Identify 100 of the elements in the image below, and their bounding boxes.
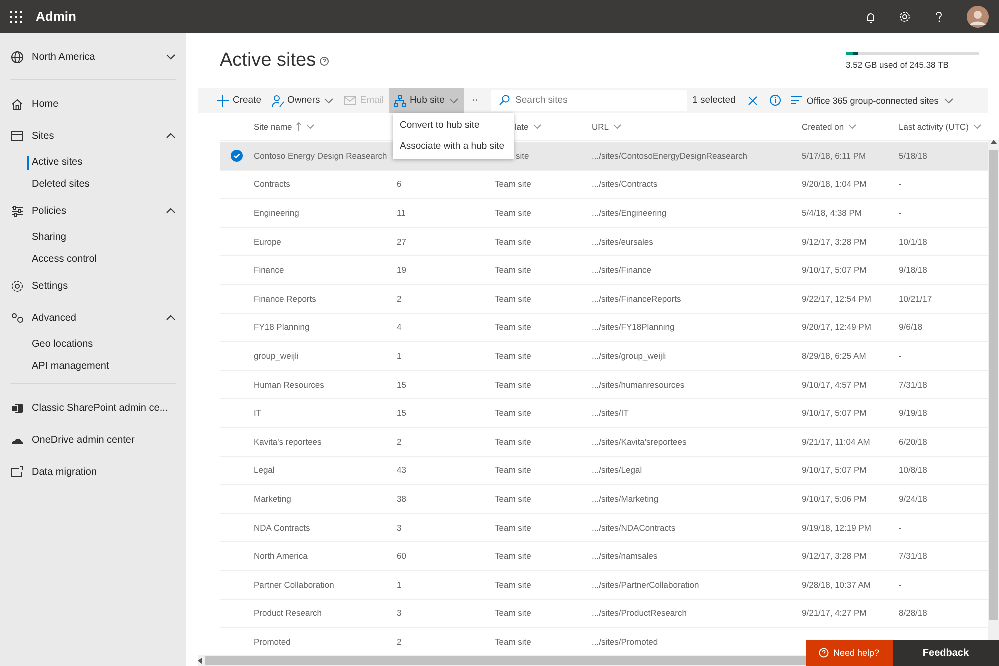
chevron-up-icon[interactable] (166, 207, 176, 215)
table-cell: 9/28/18, 10:37 AM (802, 580, 871, 590)
table-cell: Legal (254, 465, 275, 476)
table-cell: .../sites/Engineering (592, 208, 667, 218)
info-icon[interactable] (770, 95, 781, 106)
table-cell: 15 (397, 408, 406, 418)
table-cell: 11 (397, 208, 406, 218)
table-cell: - (899, 522, 902, 533)
table-cell: 6/20/18 (899, 436, 928, 447)
nav-subitem[interactable]: Deleted sites (0, 174, 186, 195)
view-selector[interactable]: Office 365 group-connected sites (790, 96, 954, 106)
table-cell: 15 (397, 380, 406, 390)
table-cell: Kavita's reportees (254, 436, 322, 447)
table-cell: 5/4/18, 4:38 PM (802, 208, 862, 218)
table-cell: 9/6/18 (899, 322, 923, 332)
nav-item[interactable]: Home (0, 88, 186, 120)
chevron-down-icon (972, 123, 982, 130)
home-icon (11, 98, 24, 110)
table-cell: site (516, 150, 530, 161)
table-cell: - (899, 350, 902, 361)
nav-item[interactable]: Settings (0, 270, 186, 302)
nav-subitem[interactable]: Access control (0, 248, 186, 270)
table-cell: 2 (397, 436, 402, 447)
chevron-up-icon[interactable] (166, 314, 176, 322)
table-cell: 10/8/18 (899, 465, 928, 476)
table-cell: 9/24/18 (899, 494, 928, 504)
nav-item[interactable]: North America (0, 41, 186, 73)
nav-item[interactable]: Sites (0, 120, 186, 152)
table-cell: Team site (495, 380, 532, 390)
command-button[interactable]: Owners (266, 88, 340, 113)
table-cell: 2 (397, 636, 402, 647)
feedback-button[interactable]: Feedback (893, 640, 999, 666)
column-header[interactable]: late (515, 122, 592, 132)
table-cell: Team site (495, 580, 532, 590)
table-cell: .../sites/eursales (592, 236, 654, 247)
table-cell: 43 (397, 465, 406, 476)
table-cell: Team site (495, 465, 532, 476)
avatar[interactable] (967, 6, 989, 28)
table-cell: 9/20/18, 1:04 PM (802, 179, 867, 190)
table-cell: Team site (495, 436, 532, 447)
table-cell: group_weijli (254, 350, 299, 361)
column-header[interactable]: URL (592, 122, 802, 132)
help-icon[interactable] (933, 10, 945, 22)
table-cell: .../sites/namsales (592, 551, 658, 562)
more-button[interactable]: ·· (464, 95, 487, 106)
close-icon[interactable] (748, 96, 758, 106)
table-cell: 4 (397, 322, 402, 332)
search-icon (498, 95, 510, 106)
table-cell: 1 (397, 350, 402, 361)
selection-count: 1 selected (692, 95, 736, 106)
help-icon[interactable] (320, 56, 330, 66)
nav-subitem[interactable]: Active sites (0, 152, 186, 174)
notification-bell-icon[interactable] (865, 10, 877, 22)
checkmark-circle-icon[interactable] (231, 150, 243, 162)
column-header[interactable]: Created on (802, 122, 899, 132)
chevron-up-icon[interactable] (166, 132, 176, 140)
table-cell: 1 (397, 580, 402, 590)
nav-item[interactable]: OneDrive admin center (0, 424, 186, 456)
table-cell: .../sites/ContosoEnergyDesignReasearch (592, 150, 748, 161)
column-header[interactable]: Last activity (UTC) (899, 122, 988, 132)
table-cell: .../sites/FY18Planning (592, 322, 675, 332)
table-cell: Product Research (254, 608, 322, 618)
table-cell: NDA Contracts (254, 522, 310, 533)
table-cell: Marketing (254, 494, 292, 504)
chevron-down-icon[interactable] (166, 53, 176, 61)
person-pencil-icon (272, 94, 284, 106)
table-cell: 10/21/17 (899, 294, 932, 304)
nav-item[interactable]: Data migration (0, 456, 186, 488)
table-cell: 9/12/17, 3:28 PM (802, 551, 867, 562)
command-button[interactable]: Create (212, 88, 267, 113)
table-cell: 3 (397, 522, 402, 533)
horizontal-scrollbar[interactable] (198, 655, 806, 666)
nav-item[interactable]: Classic SharePoint admin ce... (0, 392, 186, 424)
app-launcher-icon[interactable] (10, 10, 22, 22)
table-cell: 9/10/17, 5:07 PM (802, 265, 867, 276)
need-help-button[interactable]: Need help? (806, 640, 893, 666)
table-cell: .../sites/Marketing (592, 494, 659, 504)
nav-subitem[interactable]: Sharing (0, 227, 186, 248)
table-cell: .../sites/humanresources (592, 380, 685, 390)
table-cell: .../sites/Legal (592, 465, 642, 476)
hierarchy-icon (394, 94, 406, 106)
settings-icon[interactable] (899, 10, 911, 22)
table-cell: Human Resources (254, 380, 324, 390)
table-cell: 9/20/17, 12:49 PM (802, 322, 872, 332)
table-cell: 8/29/18, 6:25 AM (802, 350, 866, 361)
table-cell: Team site (495, 236, 532, 247)
table-cell: 9/10/17, 5:06 PM (802, 494, 867, 504)
table-cell: .../sites/Promoted (592, 636, 658, 647)
table-cell: .../sites/PartnerCollaboration (592, 580, 700, 590)
nav-item[interactable]: Policies (0, 195, 186, 227)
nav-subitem[interactable]: Geo locations (0, 334, 186, 356)
table-cell: Team site (495, 551, 532, 562)
scroll-up-arrow-icon (990, 140, 996, 144)
table-cell: FY18 Planning (254, 322, 310, 332)
nav-subitem[interactable]: API management (0, 356, 186, 377)
table-cell: Team site (495, 408, 532, 418)
vertical-scrollbar[interactable] (988, 140, 999, 640)
nav-item[interactable]: Advanced (0, 302, 186, 334)
command-button[interactable]: Hub site (389, 88, 464, 113)
page-title: Active sites (220, 50, 316, 72)
